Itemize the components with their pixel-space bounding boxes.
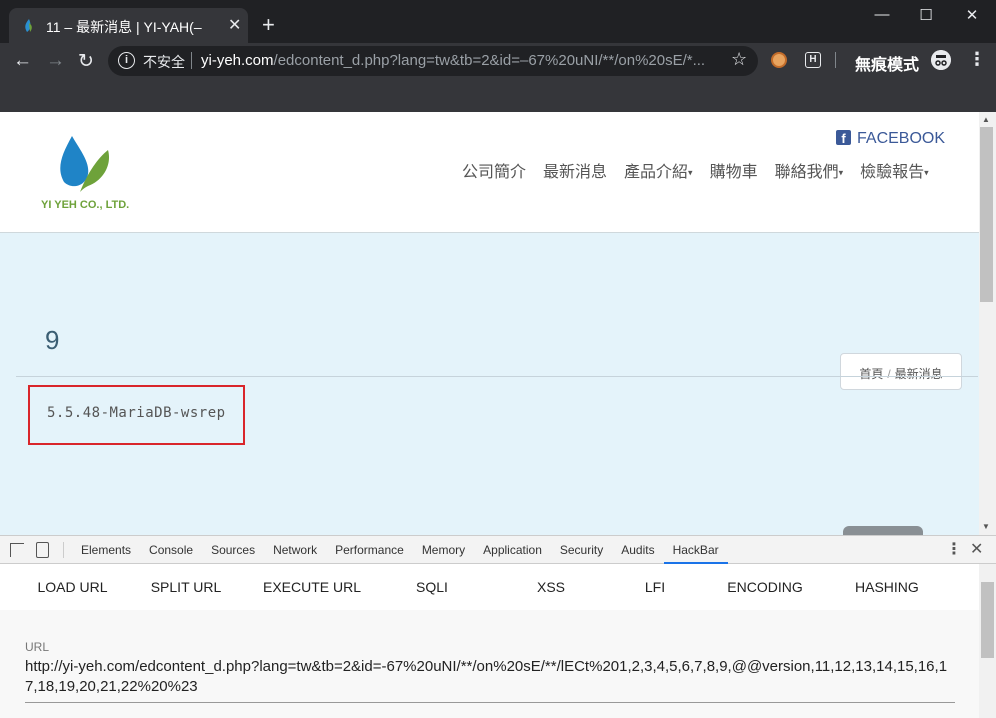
device-toolbar-icon[interactable]	[36, 542, 49, 558]
tab-elements[interactable]: Elements	[72, 536, 140, 564]
bookmark-star-icon[interactable]: ☆	[731, 49, 747, 70]
encoding-button[interactable]: ENCODING	[675, 564, 855, 610]
tab-strip: 11 – 最新消息 | YI-YAH(– ✕ + — ☐ ✕	[0, 0, 996, 43]
tab-security[interactable]: Security	[551, 536, 612, 564]
breadcrumb: 首頁 / 最新消息	[840, 353, 962, 390]
minimize-icon[interactable]: —	[862, 6, 902, 23]
scroll-up-icon[interactable]: ▲	[982, 115, 990, 124]
news-content: 9 首頁 / 最新消息 5.5.48-MariaDB-wsrep	[0, 233, 979, 535]
address-url[interactable]: yi-yeh.com/edcontent_d.php?lang=tw&tb=2&…	[201, 52, 721, 69]
tab-audits[interactable]: Audits	[612, 536, 663, 564]
cookie-extension-icon[interactable]	[771, 52, 787, 68]
execute-url-button[interactable]: EXECUTE URL	[227, 564, 397, 610]
facebook-icon[interactable]: f	[836, 130, 851, 146]
browser-toolbar: ← → ↻ i 不安全 yi-yeh.com/edcontent_d.php?l…	[0, 43, 996, 79]
title-divider	[16, 376, 978, 377]
devtools-tabs: Elements Console Sources Network Perform…	[72, 536, 728, 564]
hackbar-menu: LOAD URL SPLIT URL EXECUTE URL SQLI XSS …	[0, 564, 996, 610]
info-icon[interactable]: i	[118, 52, 135, 69]
tab-sources[interactable]: Sources	[202, 536, 264, 564]
browser-menu-icon[interactable]: ⋮	[968, 50, 986, 68]
url-field-underline	[25, 702, 955, 703]
tab-memory[interactable]: Memory	[413, 536, 474, 564]
url-field[interactable]: http://yi-yeh.com/edcontent_d.php?lang=t…	[25, 657, 955, 697]
back-to-top-button[interactable]	[843, 526, 923, 535]
scroll-down-icon[interactable]: ▼	[982, 522, 990, 531]
page-title: 9	[45, 325, 60, 355]
inspect-element-icon[interactable]	[10, 543, 24, 557]
url-field-label: URL	[25, 640, 50, 654]
incognito-label: 無痕模式	[855, 57, 920, 74]
tab-performance[interactable]: Performance	[326, 536, 413, 564]
hashing-button[interactable]: HASHING	[855, 564, 919, 610]
main-nav: 公司簡介 最新消息 產品介紹▾ 購物車 聯絡我們▾ 檢驗報告▾	[462, 158, 929, 182]
tab-hackbar[interactable]: HackBar	[663, 536, 728, 564]
devtools-tabbar: Elements Console Sources Network Perform…	[0, 536, 996, 564]
db-version-text: 5.5.48-MariaDB-wsrep	[47, 405, 226, 421]
url-path: /edcontent_d.php?lang=tw&tb=2&id=–67%20u…	[273, 52, 706, 69]
facebook-link[interactable]: FACEBOOK	[857, 130, 945, 148]
address-divider	[191, 52, 192, 69]
toolbar-divider	[835, 52, 836, 68]
maximize-icon[interactable]: ☐	[906, 6, 946, 24]
back-arrow-icon[interactable]: ←	[13, 50, 32, 72]
browser-tab[interactable]: 11 – 最新消息 | YI-YAH(– ✕	[9, 8, 248, 43]
nav-item-products[interactable]: 產品介紹▾	[624, 158, 693, 182]
nav-item-news[interactable]: 最新消息	[543, 158, 607, 182]
nav-item-cart[interactable]: 購物車	[710, 158, 758, 182]
breadcrumb-separator: /	[887, 367, 891, 381]
tab-close-icon[interactable]: ✕	[228, 15, 241, 35]
tab-console[interactable]: Console	[140, 536, 202, 564]
load-url-button[interactable]: LOAD URL	[0, 564, 145, 610]
devtools-close-icon[interactable]: ✕	[970, 539, 983, 559]
toolbar-band	[0, 79, 996, 112]
logo-text: YI YEH CO., LTD.	[41, 199, 130, 211]
url-host: yi-yeh.com	[201, 52, 274, 69]
devtools-panel: Elements Console Sources Network Perform…	[0, 535, 996, 718]
leaf-favicon-icon	[25, 19, 32, 32]
breadcrumb-current: 最新消息	[894, 367, 943, 381]
incognito-icon[interactable]	[931, 50, 951, 70]
new-tab-icon[interactable]: +	[262, 14, 275, 36]
tab-network[interactable]: Network	[264, 536, 326, 564]
tab-application[interactable]: Application	[474, 536, 551, 564]
xss-button[interactable]: XSS	[467, 564, 635, 610]
tab-title: 11 – 最新消息 | YI-YAH(–	[46, 19, 202, 35]
lfi-button[interactable]: LFI	[635, 564, 675, 610]
breadcrumb-home[interactable]: 首頁	[859, 367, 883, 381]
reload-icon[interactable]: ↻	[78, 50, 94, 73]
company-logo-icon[interactable]	[58, 134, 110, 196]
address-bar[interactable]: i 不安全 yi-yeh.com/edcontent_d.php?lang=tw…	[108, 46, 758, 76]
highlight-box: 5.5.48-MariaDB-wsrep	[28, 385, 245, 445]
caret-down-icon: ▾	[838, 167, 844, 178]
devtools-more-icon[interactable]: ⋮	[946, 539, 962, 559]
hackbar-body: URL http://yi-yeh.com/edcontent_d.php?la…	[0, 610, 979, 718]
site-header: YI YEH CO., LTD. f FACEBOOK 公司簡介 最新消息 產品…	[0, 112, 979, 233]
devtools-scrollbar-thumb[interactable]	[981, 582, 994, 658]
sqli-button[interactable]: SQLI	[397, 564, 467, 610]
hackbar-extension-icon[interactable]: H	[805, 52, 821, 68]
nav-item-reports[interactable]: 檢驗報告▾	[860, 158, 929, 182]
caret-down-icon: ▾	[924, 167, 929, 178]
split-url-button[interactable]: SPLIT URL	[145, 564, 227, 610]
nav-item-contact[interactable]: 聯絡我們▾	[775, 158, 844, 182]
web-page: YI YEH CO., LTD. f FACEBOOK 公司簡介 最新消息 產品…	[0, 112, 996, 535]
nav-item-about[interactable]: 公司簡介	[462, 158, 526, 182]
forward-arrow-icon[interactable]: →	[46, 50, 65, 72]
page-scrollbar-thumb[interactable]	[980, 127, 993, 302]
caret-down-icon: ▾	[688, 167, 693, 178]
devtools-divider	[63, 542, 64, 558]
security-status: 不安全	[143, 54, 185, 70]
window-close-icon[interactable]: ✕	[952, 6, 992, 24]
